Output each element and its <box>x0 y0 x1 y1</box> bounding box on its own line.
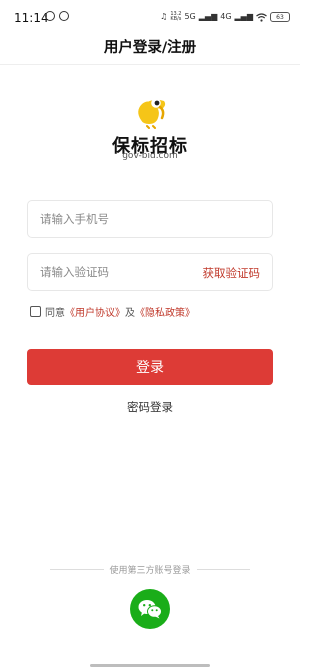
home-indicator <box>90 664 210 667</box>
agree-checkbox[interactable] <box>30 305 41 317</box>
signal-4g-label: 4G <box>220 12 232 21</box>
agreement-row: 同意 《用户协议》 及 《隐私政策》 <box>30 304 195 319</box>
wechat-icon <box>138 600 162 619</box>
signal-bars-icon-2: ▂▄▆ <box>234 12 253 21</box>
privacy-policy-link[interactable]: 《隐私政策》 <box>135 304 195 319</box>
code-input[interactable] <box>40 254 190 290</box>
notification-app-icon-2 <box>59 11 69 21</box>
divider-line-left <box>50 568 104 570</box>
code-field[interactable]: 获取验证码 <box>27 253 273 291</box>
wechat-login-button[interactable] <box>130 589 170 629</box>
phone-input[interactable] <box>40 201 190 237</box>
header-divider <box>0 64 300 65</box>
status-time: 11:14 <box>14 11 49 25</box>
status-bar: 11:14 ♫ 13.2 KB/s 5G ▂▄▆ 4G ▂▄▆ 63 <box>0 0 300 36</box>
user-agreement-link[interactable]: 《用户协议》 <box>65 304 125 319</box>
net-speed: 13.2 KB/s <box>170 11 182 22</box>
get-code-button[interactable]: 获取验证码 <box>203 265 261 281</box>
password-login-link[interactable]: 密码登录 <box>0 399 300 415</box>
page-title: 用户登录/注册 <box>103 40 197 56</box>
battery-level: 63 <box>276 13 284 21</box>
agree-and: 及 <box>125 307 135 319</box>
third-party-divider: 使用第三方账号登录 <box>50 563 251 576</box>
status-indicators: ♫ 13.2 KB/s 5G ▂▄▆ 4G ▂▄▆ 63 <box>160 10 290 24</box>
agree-prefix: 同意 <box>45 307 65 319</box>
notification-app-icon <box>45 11 55 21</box>
login-button[interactable]: 登录 <box>27 349 273 385</box>
signal-5g-label: 5G <box>184 12 196 21</box>
battery-icon: 63 <box>270 12 290 22</box>
divider-line-right <box>196 568 251 570</box>
phone-field[interactable] <box>27 200 273 238</box>
brand-logo-icon <box>138 98 166 129</box>
mute-icon: ♫ <box>160 12 168 21</box>
wifi-icon <box>256 12 267 22</box>
third-party-label: 使用第三方账号登录 <box>109 565 191 576</box>
brand-domain: gov-bid.com <box>122 151 178 161</box>
signal-bars-icon: ▂▄▆ <box>198 12 218 21</box>
